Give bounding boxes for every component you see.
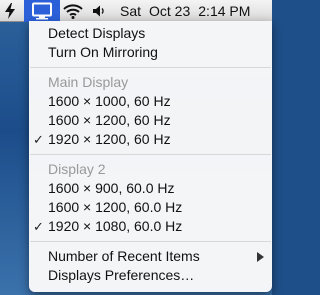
mode-label: 1920 × 1080, 60.0 Hz (48, 218, 183, 234)
displays-preferences-item[interactable]: Displays Preferences… (29, 266, 272, 285)
mode-label: 1600 × 1200, 60 Hz (48, 112, 171, 128)
main-display-mode-1920x1200[interactable]: ✓ 1920 × 1200, 60 Hz (29, 130, 272, 149)
turn-on-mirroring-item[interactable]: Turn On Mirroring (29, 43, 272, 62)
menu-separator (30, 67, 271, 68)
mode-label: 1920 × 1200, 60 Hz (48, 131, 171, 147)
display-2-mode-1920x1080[interactable]: ✓ 1920 × 1080, 60.0 Hz (29, 217, 272, 236)
mode-label: 1600 × 1000, 60 Hz (48, 93, 171, 109)
submenu-label: Number of Recent Items (48, 248, 200, 264)
main-display-mode-1600x1000[interactable]: 1600 × 1000, 60 Hz (29, 92, 272, 111)
display-2-mode-1600x1200[interactable]: 1600 × 1200, 60.0 Hz (29, 198, 272, 217)
main-display-mode-1600x1200[interactable]: 1600 × 1200, 60 Hz (29, 111, 272, 130)
mode-label: 1600 × 1200, 60.0 Hz (48, 199, 183, 215)
number-of-recent-items-submenu[interactable]: Number of Recent Items (29, 247, 272, 266)
main-display-header: Main Display (48, 74, 129, 90)
display-icon[interactable] (24, 0, 60, 22)
menu-separator (30, 241, 271, 242)
checkmark-icon: ✓ (33, 132, 44, 147)
clock-time: 2:14 PM (198, 3, 251, 19)
clock-day: Sat (120, 3, 142, 19)
menu-separator (30, 154, 271, 155)
script-bolt-icon[interactable] (0, 0, 20, 22)
submenu-arrow-icon (257, 252, 264, 262)
clock-date: Oct 23 (149, 3, 191, 19)
checkmark-icon: ✓ (33, 219, 44, 234)
wifi-icon[interactable] (60, 0, 86, 22)
display-2-mode-1600x900[interactable]: 1600 × 900, 60.0 Hz (29, 179, 272, 198)
mode-label: 1600 × 900, 60.0 Hz (48, 180, 175, 196)
display-2-header: Display 2 (48, 161, 106, 177)
menubar-clock[interactable]: Sat Oct 23 2:14 PM (120, 0, 258, 22)
detect-displays-item[interactable]: Detect Displays (29, 24, 272, 43)
menu-bar: Sat Oct 23 2:14 PM (0, 0, 272, 22)
displays-menu: Detect Displays Turn On Mirroring Main D… (29, 21, 272, 292)
volume-icon[interactable] (88, 0, 110, 22)
